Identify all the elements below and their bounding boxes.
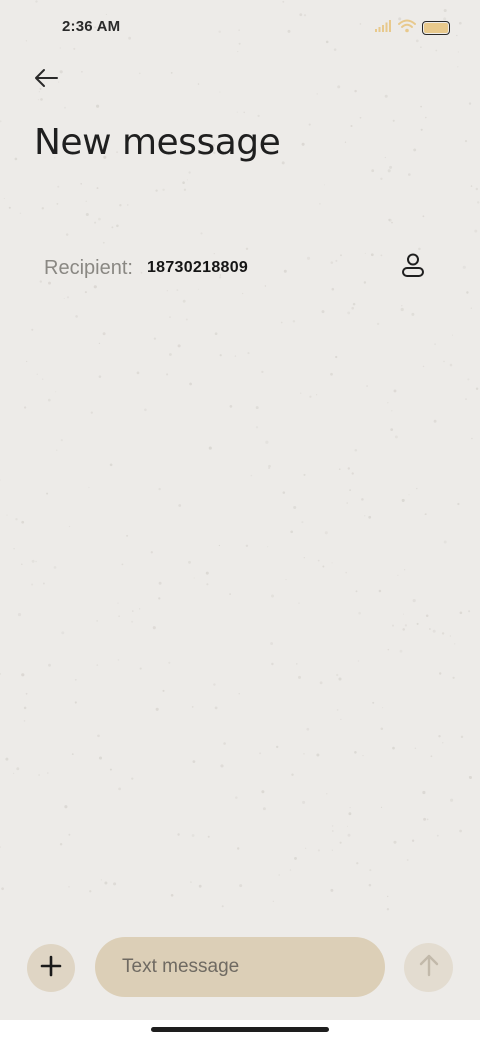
arrow-up-icon (417, 952, 441, 983)
contact-picker-button[interactable] (396, 250, 430, 284)
recipient-number[interactable]: 18730218809 (147, 259, 248, 277)
new-message-screen: 2:36 AM New message Recipient: 187302188… (0, 0, 480, 1040)
message-placeholder: Text message (122, 956, 240, 977)
person-icon (400, 252, 426, 283)
send-button[interactable] (404, 943, 453, 992)
signal-icon (374, 19, 392, 38)
status-icons (374, 18, 450, 38)
recipient-label: Recipient: (44, 256, 133, 279)
message-input[interactable]: Text message (95, 937, 385, 997)
page-title: New message (34, 122, 281, 163)
attach-button[interactable] (27, 944, 75, 992)
recipient-field[interactable]: Recipient: 18730218809 (44, 248, 444, 288)
battery-level (424, 23, 448, 33)
back-button[interactable] (28, 64, 64, 96)
plus-icon (39, 954, 63, 983)
wifi-icon (398, 19, 416, 38)
home-indicator[interactable] (151, 1027, 329, 1032)
battery-icon (422, 21, 450, 35)
arrow-left-icon (32, 67, 60, 94)
status-time: 2:36 AM (62, 18, 121, 35)
